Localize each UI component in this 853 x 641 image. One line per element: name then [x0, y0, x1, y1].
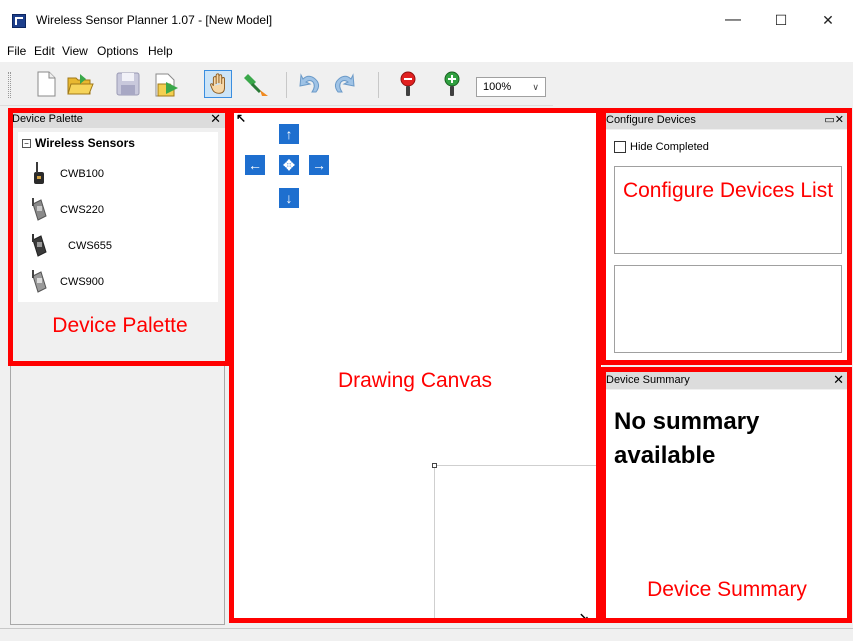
menu-edit[interactable]: Edit	[34, 44, 55, 58]
menu-bar: File Edit View Options Help	[0, 40, 853, 62]
zoom-value: 100%	[483, 81, 512, 93]
annotation-label-device-summary: Device Summary	[647, 578, 807, 601]
connect-plug-icon[interactable]	[242, 70, 270, 98]
title-bar: Wireless Sensor Planner 1.07 - [New Mode…	[0, 0, 853, 40]
open-folder-icon[interactable]	[66, 70, 94, 98]
save-disk-icon[interactable]	[114, 70, 142, 98]
window-title: Wireless Sensor Planner 1.07 - [New Mode…	[36, 13, 273, 27]
new-document-icon[interactable]	[32, 70, 60, 98]
app-logo-icon	[12, 14, 26, 28]
undo-icon[interactable]	[296, 70, 324, 98]
toolbar-separator	[286, 72, 287, 98]
menu-options[interactable]: Options	[97, 44, 138, 58]
toolbar	[0, 62, 553, 106]
menu-help[interactable]: Help	[148, 44, 173, 58]
zoom-out-icon[interactable]	[394, 70, 422, 98]
import-export-icon[interactable]	[152, 70, 180, 98]
hand-pan-icon	[210, 73, 225, 94]
annotation-box-drawing-canvas	[229, 108, 601, 623]
minimize-button[interactable]: —	[718, 8, 748, 32]
status-bar	[0, 628, 853, 641]
annotation-label-drawing-canvas: Drawing Canvas	[337, 369, 493, 392]
toolbar-separator	[378, 72, 379, 98]
left-lower-panel	[10, 365, 225, 625]
zoom-in-icon[interactable]	[438, 70, 466, 98]
annotation-label-configure-devices-list: Configure Devices List	[622, 179, 834, 202]
annotation-label-device-palette: Device Palette	[52, 314, 188, 337]
chevron-down-icon: ∨	[532, 82, 539, 92]
pan-tool-button[interactable]	[204, 70, 232, 98]
menu-file[interactable]: File	[7, 44, 26, 58]
maximize-button[interactable]: ☐	[766, 8, 796, 32]
close-button[interactable]: ✕	[813, 8, 843, 32]
annotation-box-configure-devices	[601, 108, 852, 365]
redo-icon[interactable]	[330, 70, 358, 98]
toolbar-empty-area	[553, 62, 853, 106]
toolbar-grip[interactable]	[8, 72, 11, 98]
zoom-select[interactable]: 100% ∨	[476, 77, 546, 97]
menu-view[interactable]: View	[62, 44, 88, 58]
